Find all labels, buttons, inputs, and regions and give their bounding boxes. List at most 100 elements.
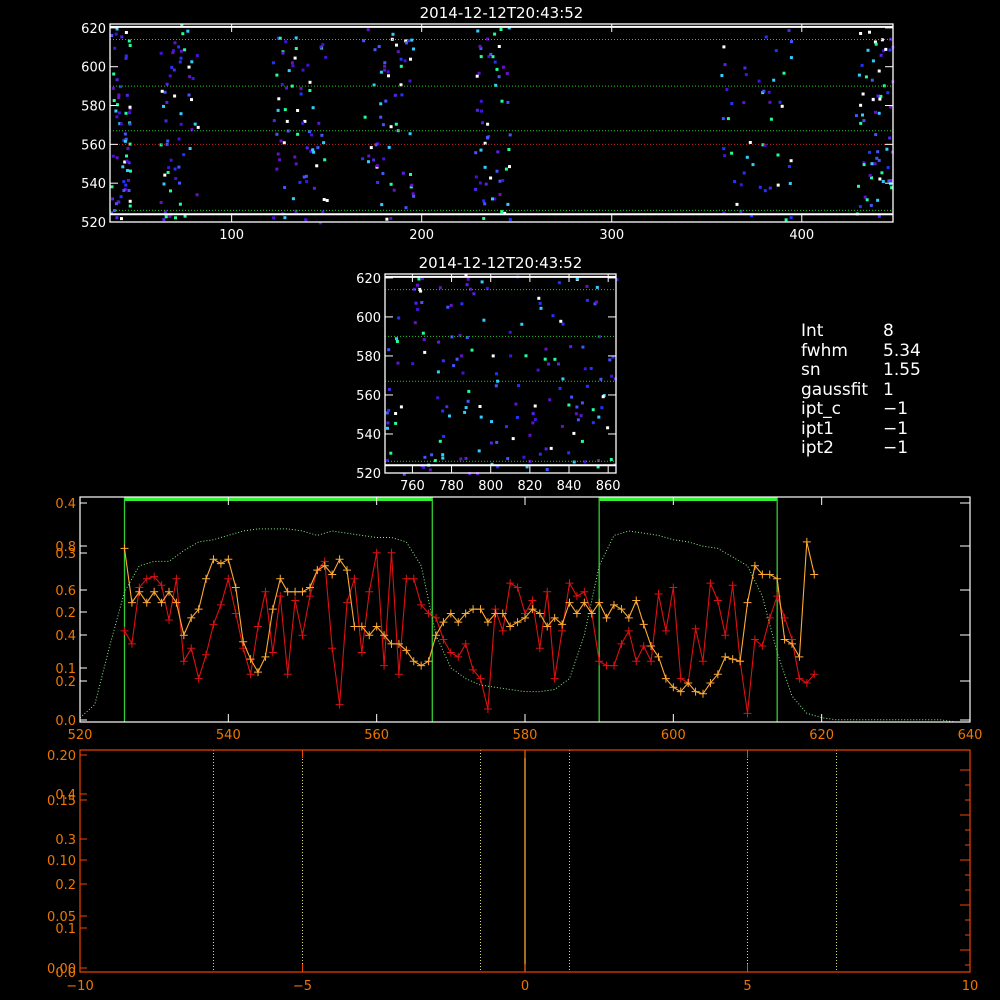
x-tick-label: 620 — [809, 728, 834, 743]
heatmap-pixel — [864, 75, 868, 79]
heatmap-pixel — [866, 48, 870, 52]
heatmap-pixel — [502, 65, 505, 69]
data-point-marker — [276, 574, 285, 583]
heatmap-pixel — [789, 159, 793, 163]
heatmap-pixel — [758, 185, 762, 189]
heatmap-pixel — [276, 152, 280, 156]
heatmap-pixel — [544, 447, 548, 451]
heatmap-pixel — [748, 141, 752, 144]
heatmap-pixel — [308, 80, 312, 84]
heatmap-pixel — [298, 180, 302, 184]
heatmap-pixel — [508, 330, 512, 334]
data-point-marker — [632, 596, 641, 605]
heatmap-pixel — [275, 73, 279, 77]
data-point-marker — [268, 648, 277, 657]
heatmap-pixel — [466, 399, 470, 403]
data-point-marker — [535, 644, 544, 653]
heatmap-pixel — [498, 193, 502, 196]
data-point-marker — [543, 587, 552, 596]
heatmap-pixel — [493, 32, 497, 36]
heatmap-pixel — [401, 171, 405, 175]
heatmap-pixel — [475, 108, 479, 112]
heatmap-pixel — [305, 180, 309, 183]
heatmap-pixel — [283, 216, 287, 220]
data-point-marker — [224, 574, 233, 583]
data-point-marker — [802, 537, 811, 546]
data-point-marker — [632, 657, 641, 666]
heatmap-pixel — [495, 440, 499, 444]
heatmap-pixel — [460, 302, 464, 306]
heatmap-pixel — [723, 154, 727, 158]
y-tick-label: 600 — [356, 311, 381, 326]
heatmap-pixel — [162, 182, 166, 186]
data-point-marker — [335, 700, 344, 709]
data-point-marker — [343, 566, 351, 575]
heatmap-pixel — [862, 119, 866, 123]
heatmap-pixel — [479, 99, 483, 103]
data-point-marker — [647, 642, 656, 651]
heatmap-pixel — [120, 217, 123, 221]
heatmap-pixel — [723, 63, 727, 67]
heatmap-pixel — [744, 73, 748, 77]
heatmap-pixel — [874, 133, 878, 137]
data-point-marker — [565, 579, 574, 588]
heatmap-pixel — [394, 421, 398, 425]
heatmap-pixel — [787, 29, 791, 32]
heatmap-pixel — [382, 157, 386, 161]
heatmap-pixel — [464, 406, 468, 410]
y-tick-label: 0.4 — [55, 629, 76, 644]
heatmap-pixel — [400, 93, 404, 97]
heatmap-pixel — [486, 122, 490, 126]
heatmap-pixel — [163, 90, 167, 94]
heatmap-pixel — [123, 132, 127, 136]
heatmap-pixel — [778, 100, 782, 104]
data-point-marker — [239, 637, 248, 646]
heatmap-pixel — [789, 216, 793, 220]
y-tick-label: 0.10 — [47, 854, 76, 869]
heatmap-pixel — [581, 345, 585, 349]
heatmap-pixel — [271, 61, 275, 65]
data-point-marker — [572, 609, 581, 618]
heatmap-pixel — [730, 102, 734, 105]
heatmap-pixel — [561, 377, 565, 381]
heatmap-pixel — [383, 68, 387, 72]
heatmap-pixel — [769, 117, 773, 121]
data-point-marker — [654, 652, 663, 661]
heatmap-pixel — [508, 133, 512, 137]
heatmap-pixel — [430, 453, 434, 457]
heatmap-pixel — [557, 362, 560, 366]
heatmap-pixel — [126, 178, 130, 182]
heatmap-pixel — [549, 446, 553, 450]
heatmap-pixel — [124, 54, 128, 58]
heatmap-pixel — [113, 46, 117, 50]
data-point-marker — [639, 620, 648, 629]
data-point-marker — [699, 657, 707, 666]
heatmap-pixel — [283, 186, 287, 189]
heatmap-pixel — [387, 348, 391, 352]
heatmap-pixel — [322, 198, 326, 201]
heatmap-pixel — [501, 179, 505, 182]
heatmap-pixel — [437, 340, 441, 344]
heatmap-pixel — [125, 154, 128, 158]
data-point-marker — [305, 592, 314, 601]
heatmap-pixel — [436, 396, 440, 400]
heatmap-pixel — [162, 104, 165, 108]
heatmap-pixel — [477, 71, 481, 75]
heatmap-pixel — [372, 158, 376, 162]
data-point-marker — [439, 635, 448, 644]
heatmap-pixel — [320, 133, 324, 137]
heatmap-pixel — [182, 153, 186, 157]
heatmap-pixel — [423, 350, 427, 354]
heatmap-pixel — [742, 171, 746, 175]
heatmap-pixel — [880, 171, 884, 175]
data-point-marker — [699, 689, 707, 698]
heatmap-pixel — [870, 162, 874, 166]
data-point-marker — [127, 639, 136, 648]
x-tick-label: 10 — [962, 979, 979, 994]
heatmap-pixel — [304, 218, 308, 222]
data-point-marker — [550, 674, 559, 683]
heatmap-pixel — [399, 405, 403, 409]
heatmap-pixel — [376, 181, 380, 184]
heatmap-pixel — [115, 216, 119, 220]
heatmap-pixel — [533, 404, 537, 408]
